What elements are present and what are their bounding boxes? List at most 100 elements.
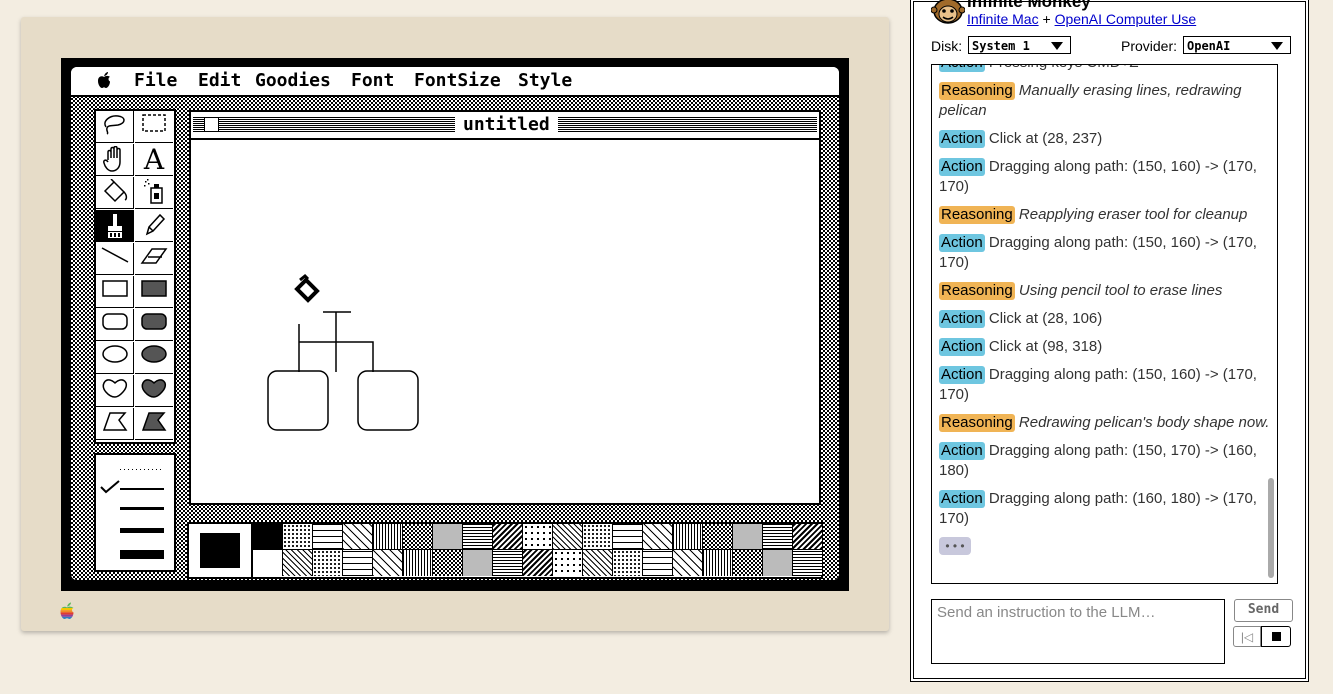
pattern-swatch[interactable]: [523, 524, 553, 550]
rect-tool[interactable]: [96, 276, 134, 308]
apple-menu[interactable]: [97, 72, 111, 94]
grabber-tool[interactable]: [96, 144, 134, 176]
eraser-tool[interactable]: [135, 243, 173, 275]
filled-polygon-tool[interactable]: [135, 408, 173, 440]
pattern-swatch[interactable]: [463, 524, 493, 550]
pattern-swatch[interactable]: [373, 550, 403, 576]
pattern-swatch[interactable]: [583, 524, 613, 550]
filled-freeform-tool[interactable]: [135, 375, 173, 407]
menu-file[interactable]: File: [134, 70, 177, 92]
close-box[interactable]: [204, 117, 219, 132]
pattern-swatch[interactable]: [283, 524, 313, 550]
action-tag: Action: [939, 130, 985, 148]
pattern-swatch[interactable]: [283, 550, 313, 576]
scrollbar-thumb[interactable]: [1268, 478, 1274, 578]
oval-tool[interactable]: [96, 342, 134, 374]
pattern-swatch[interactable]: [643, 524, 673, 550]
pattern-swatch[interactable]: [523, 550, 553, 576]
pattern-swatch[interactable]: [613, 524, 643, 550]
pattern-swatch[interactable]: [403, 524, 433, 550]
drawing-canvas[interactable]: [191, 140, 819, 503]
pencil-icon: [141, 212, 167, 240]
pattern-swatch[interactable]: [763, 550, 793, 576]
pattern-swatch[interactable]: [793, 550, 823, 576]
log-entry: Reasoning Reapplying eraser tool for cle…: [939, 205, 1272, 225]
pattern-swatch[interactable]: [493, 550, 523, 576]
disk-select[interactable]: System 1: [968, 36, 1071, 54]
paintbrush-tool[interactable]: [96, 210, 134, 242]
pattern-swatch[interactable]: [253, 550, 283, 576]
pattern-swatch[interactable]: [313, 524, 343, 550]
rainbow-apple-icon[interactable]: [59, 602, 75, 619]
instruction-input[interactable]: [931, 599, 1225, 664]
filled-rounded-rect-tool[interactable]: [135, 309, 173, 341]
pattern-swatch[interactable]: [583, 550, 613, 576]
log-scrollbar[interactable]: [1266, 65, 1276, 583]
menu-font[interactable]: Font: [351, 70, 394, 92]
title-bar[interactable]: untitled: [191, 112, 819, 138]
pattern-swatch[interactable]: [763, 524, 793, 550]
filled-rect-tool[interactable]: [135, 276, 173, 308]
pattern-swatch[interactable]: [373, 524, 403, 550]
line-width-1[interactable]: [96, 455, 174, 477]
pattern-swatch[interactable]: [553, 524, 583, 550]
line-width-3[interactable]: [96, 497, 174, 519]
pattern-swatch[interactable]: [733, 524, 763, 550]
rounded-rect-tool[interactable]: [96, 309, 134, 341]
pattern-swatch[interactable]: [343, 524, 373, 550]
tool-palette: A: [94, 109, 176, 444]
provider-select[interactable]: OpenAI: [1183, 36, 1291, 54]
spray-can-tool[interactable]: [135, 177, 173, 209]
rewind-button[interactable]: |◁: [1233, 626, 1261, 647]
filled-oval-tool[interactable]: [135, 342, 173, 374]
menu-fontsize[interactable]: FontSize: [414, 70, 501, 92]
line-width-5[interactable]: [96, 541, 174, 567]
reasoning-tag: Reasoning: [939, 206, 1015, 224]
pattern-swatch[interactable]: [253, 524, 283, 550]
pattern-swatch[interactable]: [673, 524, 703, 550]
stop-icon: [1271, 632, 1281, 641]
pattern-swatch[interactable]: [433, 524, 463, 550]
pattern-swatch[interactable]: [793, 524, 823, 550]
stop-button[interactable]: [1261, 626, 1291, 647]
pattern-swatch[interactable]: [643, 550, 673, 576]
pattern-swatch[interactable]: [313, 550, 343, 576]
polygon-tool[interactable]: [96, 408, 134, 440]
infinite-mac-link[interactable]: Infinite Mac: [967, 11, 1039, 27]
openai-computer-use-link[interactable]: OpenAI Computer Use: [1055, 11, 1197, 27]
pattern-swatch[interactable]: [673, 550, 703, 576]
select-rect-tool[interactable]: [135, 111, 173, 143]
pattern-swatch[interactable]: [433, 550, 463, 576]
menu-bar: File Edit Goodies Font FontSize Style: [71, 67, 839, 97]
pattern-swatch[interactable]: [613, 550, 643, 576]
lasso-tool[interactable]: [96, 111, 134, 143]
pattern-swatch[interactable]: [403, 550, 433, 576]
pattern-swatch[interactable]: [553, 550, 583, 576]
pattern-swatch[interactable]: [463, 550, 493, 576]
menu-goodies[interactable]: Goodies: [255, 70, 331, 92]
menu-edit[interactable]: Edit: [198, 70, 241, 92]
pattern-swatch[interactable]: [703, 524, 733, 550]
freeform-tool[interactable]: [96, 375, 134, 407]
filled-freeform-shape-icon: [140, 377, 168, 405]
log-text: Click at (28, 237): [988, 130, 1103, 147]
paintbrush-icon: [102, 212, 128, 240]
paint-bucket-tool[interactable]: [96, 177, 134, 209]
line-width-2[interactable]: [96, 477, 174, 497]
pattern-swatch[interactable]: [703, 550, 733, 576]
line-tool[interactable]: [96, 243, 134, 275]
pattern-swatch[interactable]: [733, 550, 763, 576]
action-log[interactable]: Action Pressing keys CMD+Z Reasoning Manu…: [931, 64, 1278, 584]
log-entry: Action Click at (98, 318): [939, 337, 1272, 357]
disk-label: Disk:: [931, 38, 963, 54]
pattern-swatch[interactable]: [343, 550, 373, 576]
line-width-4[interactable]: [96, 519, 174, 541]
send-button[interactable]: Send: [1234, 599, 1293, 622]
marquee-icon: [141, 113, 167, 141]
pattern-swatch[interactable]: [493, 524, 523, 550]
text-tool[interactable]: A: [135, 144, 173, 176]
action-tag: Action: [939, 338, 985, 356]
document-window: untitled: [189, 110, 821, 505]
pencil-tool[interactable]: [135, 210, 173, 242]
menu-style[interactable]: Style: [518, 70, 572, 92]
